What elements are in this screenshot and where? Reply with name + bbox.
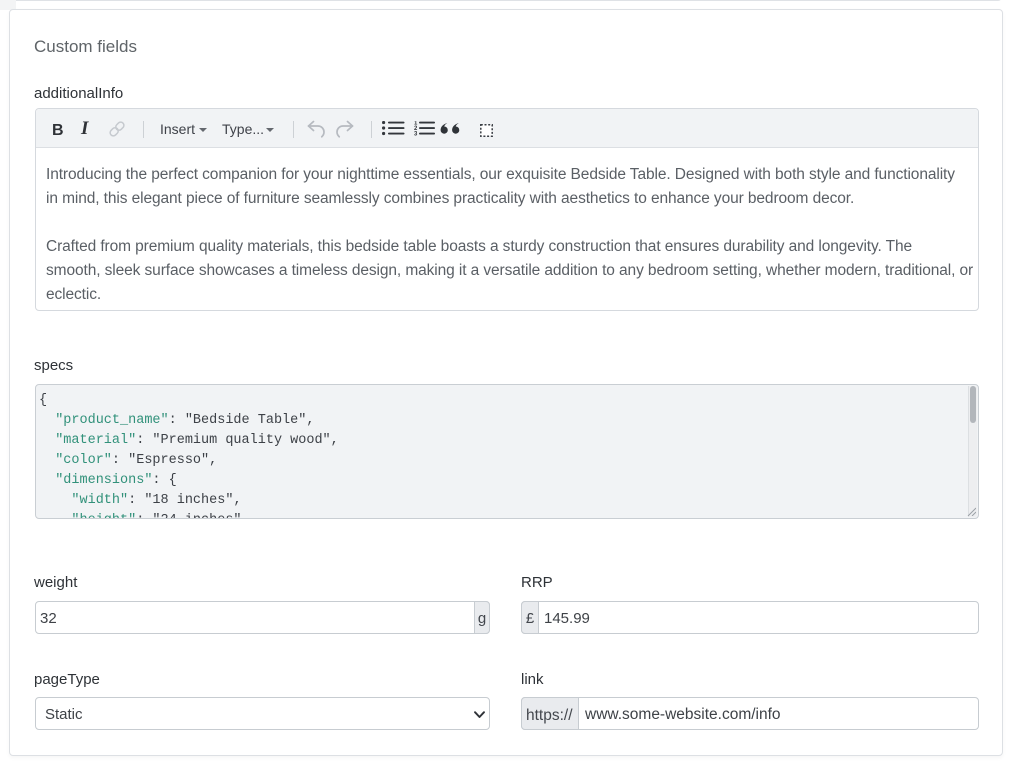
svg-text:3: 3 — [414, 132, 418, 136]
